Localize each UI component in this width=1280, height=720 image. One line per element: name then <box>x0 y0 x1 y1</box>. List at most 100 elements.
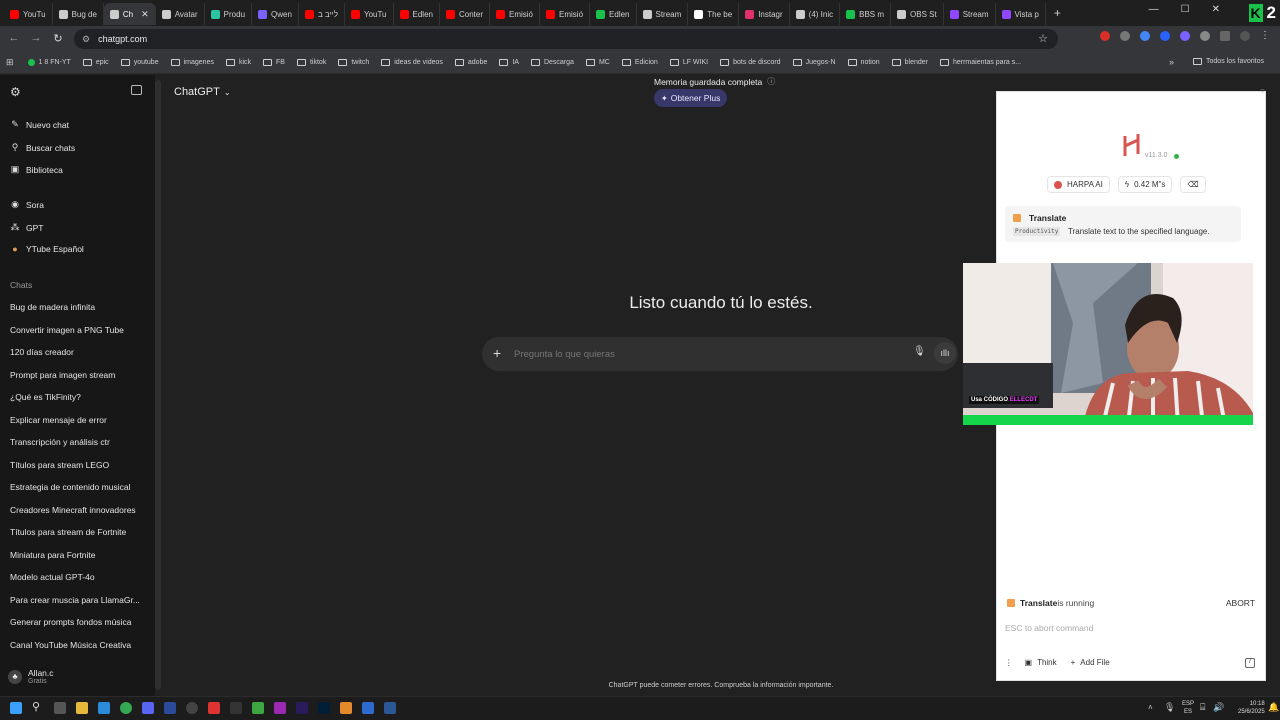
sidebar-scrollbar[interactable] <box>155 80 161 690</box>
apps-grid-icon[interactable]: ⊞ <box>6 57 14 68</box>
browser-tab[interactable]: Qwen <box>252 3 299 25</box>
chat-history-item[interactable]: Títulos para stream LEGO <box>10 460 109 470</box>
bookmark-item[interactable]: bots de discord <box>720 59 781 66</box>
browser-tab[interactable]: The be <box>688 3 740 25</box>
ext-purple-icon[interactable] <box>1180 31 1190 41</box>
profile-icon[interactable] <box>1240 31 1250 41</box>
browser-tab[interactable]: Vista p <box>996 3 1046 25</box>
bookmark-item[interactable]: imagenes <box>170 59 214 66</box>
ext-shield-icon[interactable] <box>1200 31 1210 41</box>
close-tab-icon[interactable]: ✕ <box>141 9 149 20</box>
browser-tab[interactable]: Instagr <box>739 3 790 25</box>
task-view-icon[interactable] <box>54 702 66 714</box>
chat-history-item[interactable]: Modelo actual GPT-4o <box>10 572 95 582</box>
ext-bluedark-icon[interactable] <box>1160 31 1170 41</box>
browser-tab[interactable]: (4) Inic <box>790 3 841 25</box>
panel-close-icon[interactable]: ○ <box>1260 86 1265 95</box>
app-icon-1[interactable] <box>164 702 176 714</box>
file-explorer-icon[interactable] <box>76 702 88 714</box>
chat-history-item[interactable]: Bug de madera infinita <box>10 302 95 312</box>
bookmark-item[interactable]: Juegos-N <box>792 59 836 66</box>
add-file-button[interactable]: + Add File <box>1068 656 1112 669</box>
minimize-icon[interactable]: — <box>1149 4 1159 15</box>
discord-icon[interactable] <box>142 702 154 714</box>
browser-tab[interactable]: Bug de <box>53 3 104 25</box>
ext-blue-icon[interactable] <box>1140 31 1150 41</box>
chat-history-item[interactable]: Canal YouTube Música Creativa <box>10 640 131 650</box>
all-bookmarks-link[interactable]: Todos los favoritos <box>1193 58 1264 65</box>
new-tab-button[interactable]: + <box>1054 6 1061 20</box>
browser-tab[interactable]: YouTu <box>345 3 394 25</box>
bookmark-item[interactable]: FB <box>263 59 285 66</box>
browser-tab[interactable]: Avatar <box>156 3 205 25</box>
bookmark-item[interactable]: notion <box>847 59 880 66</box>
bookmark-item[interactable]: MC <box>585 59 610 66</box>
edge-icon[interactable] <box>98 702 110 714</box>
ext-gray-icon[interactable] <box>1120 31 1130 41</box>
search-chats-button[interactable]: ⚲ Buscar chats <box>10 142 75 153</box>
harpa-brand-button[interactable]: HARPA AI <box>1047 176 1110 193</box>
browser-tab[interactable]: Emisió <box>540 3 591 25</box>
library-button[interactable]: ▣ Biblioteca <box>10 164 63 175</box>
browser-tab[interactable]: Stream <box>944 3 996 25</box>
user-profile[interactable]: ♣ Allan.c Gratis <box>8 668 54 685</box>
app-icon-2[interactable] <box>208 702 220 714</box>
harpa-speed-button[interactable]: ϟ 0.42 M"s <box>1117 176 1173 193</box>
chat-history-item[interactable]: Creadores Minecraft innovadores <box>10 505 136 515</box>
chat-history-item[interactable]: 120 días creador <box>10 347 74 357</box>
chat-history-item[interactable]: Explicar mensaje de error <box>10 415 107 425</box>
microphone-icon[interactable]: 🎙 <box>913 346 926 357</box>
reload-icon[interactable]: ↻ <box>46 32 70 45</box>
bookmark-item[interactable]: 1 8 FN-YT <box>27 59 71 66</box>
browser-tab[interactable]: Ch ✕ <box>103 3 156 25</box>
browser-tab[interactable]: YouTu <box>4 3 53 25</box>
language-indicator[interactable]: ESP ES <box>1182 700 1194 716</box>
bookmark-item[interactable]: twitch <box>338 59 369 66</box>
browser-tab[interactable]: Edlen <box>394 3 440 25</box>
forward-icon[interactable]: → <box>24 32 48 44</box>
network-icon[interactable]: ⌸ <box>1200 702 1205 713</box>
get-plus-button[interactable]: ✦ Obtener Plus <box>654 89 728 107</box>
windows-start-icon[interactable] <box>10 702 22 714</box>
chat-history-item[interactable]: Transcripción y análisis ctr <box>10 437 110 447</box>
more-bookmarks-icon[interactable]: » <box>1169 57 1174 67</box>
app-icon-3[interactable] <box>362 702 374 714</box>
sora-button[interactable]: ◉ Sora <box>10 199 44 210</box>
browser-tab[interactable]: OBS St <box>891 3 944 25</box>
browser-tab[interactable]: BBS m <box>840 3 892 25</box>
bookmark-item[interactable]: IA <box>499 59 519 66</box>
openai-logo-icon[interactable]: ⚙ <box>10 85 21 99</box>
ytube-gpt-button[interactable]: ● YTube Español <box>10 244 84 254</box>
notifications-icon[interactable]: 🔔 <box>1268 702 1279 713</box>
bookmark-item[interactable]: LF WIKI <box>669 59 708 66</box>
volume-icon[interactable]: 🔊 <box>1213 702 1224 713</box>
plus-icon[interactable]: + <box>493 345 501 361</box>
obs-icon[interactable] <box>186 702 198 714</box>
browser-tab[interactable]: לייב ב <box>299 3 345 25</box>
chat-history-item[interactable]: Generar prompts fondos música <box>10 617 131 627</box>
chat-history-item[interactable]: Títulos para stream de Fortnite <box>10 527 126 537</box>
abort-button[interactable]: ABORT <box>1226 598 1255 608</box>
blender-icon[interactable] <box>340 702 352 714</box>
more-options-icon[interactable]: ⋮ <box>1005 658 1013 667</box>
bookmark-item[interactable]: Edicion <box>621 59 658 66</box>
bookmark-item[interactable]: Descarga <box>530 59 574 66</box>
tray-chevron-icon[interactable]: ˄ <box>1148 703 1153 712</box>
browser-tab[interactable]: Edlen <box>590 3 637 25</box>
bookmark-item[interactable]: youtube <box>120 59 159 66</box>
bookmark-item[interactable]: kick <box>225 59 251 66</box>
new-chat-button[interactable]: ✎ Nuevo chat <box>10 119 69 130</box>
bookmark-item[interactable]: herrmaientas para s... <box>939 59 1021 66</box>
chat-history-item[interactable]: ¿Qué es TikFinity? <box>10 392 81 402</box>
chat-history-item[interactable]: Prompt para imagen stream <box>10 370 115 380</box>
minecraft-icon[interactable] <box>252 702 264 714</box>
search-icon[interactable]: ⚲ <box>32 700 44 713</box>
url-field[interactable]: ⚙ chatgpt.com ☆ <box>74 29 1058 49</box>
back-icon[interactable]: ← <box>2 32 26 44</box>
chat-history-item[interactable]: Miniatura para Fortnite <box>10 550 96 560</box>
premiere-icon[interactable] <box>296 702 308 714</box>
bookmark-item[interactable]: blender <box>891 59 928 66</box>
tray-mic-icon[interactable]: 🎙 <box>1164 702 1175 713</box>
browser-tab[interactable]: Stream <box>637 3 689 25</box>
info-icon[interactable]: ⓘ <box>767 76 775 87</box>
